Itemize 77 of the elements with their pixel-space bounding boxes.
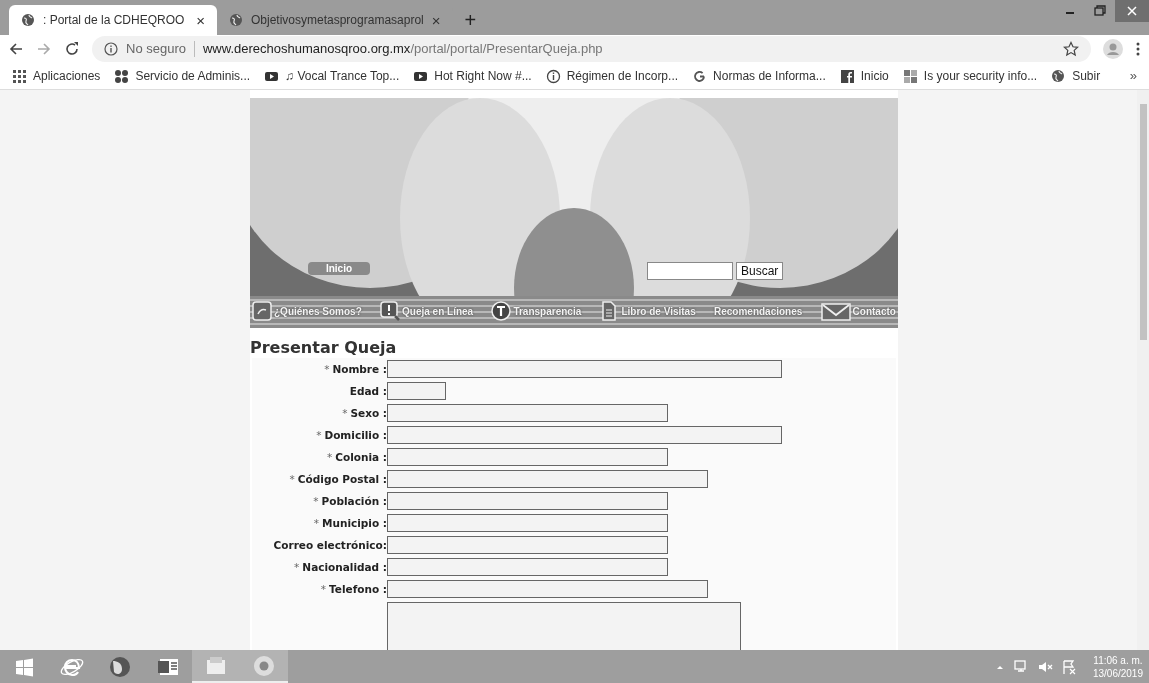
new-tab-button[interactable]: + bbox=[452, 5, 489, 35]
required-asterisk: * bbox=[289, 472, 295, 487]
avatar-icon[interactable] bbox=[1103, 39, 1123, 59]
globe-icon bbox=[1051, 68, 1067, 84]
back-icon[interactable] bbox=[8, 41, 24, 57]
text-field[interactable] bbox=[387, 514, 668, 532]
field-label: Población : bbox=[321, 494, 387, 509]
text-field[interactable] bbox=[387, 360, 782, 378]
info-icon bbox=[104, 42, 118, 56]
reload-icon[interactable] bbox=[64, 41, 80, 57]
apps-icon bbox=[12, 68, 27, 84]
field-label: Nombre : bbox=[332, 362, 387, 377]
bookmark-item[interactable]: Régimen de Incorp... bbox=[545, 67, 679, 85]
required-asterisk: * bbox=[320, 582, 327, 597]
required-asterisk: * bbox=[327, 450, 333, 465]
address-bar[interactable]: No seguro www.derechoshumanosqroo.org.mx/portal/portal/PresentarQueja.php bbox=[92, 36, 1091, 62]
text-field[interactable] bbox=[387, 536, 668, 554]
field-label: Municipio : bbox=[322, 516, 387, 531]
field-label: Nacionalidad : bbox=[302, 560, 387, 575]
scrollbar-thumb[interactable] bbox=[1139, 104, 1147, 340]
field-label: Sexo : bbox=[350, 406, 387, 421]
required-asterisk: * bbox=[316, 428, 322, 443]
tiles-icon bbox=[902, 68, 918, 84]
bookmark-item[interactable]: ♫ Vocal Trance Top... bbox=[264, 67, 400, 85]
required-asterisk: * bbox=[313, 516, 319, 531]
required-asterisk: * bbox=[294, 560, 300, 575]
info-icon bbox=[545, 68, 561, 84]
field-label: Colonia : bbox=[335, 450, 387, 465]
text-field[interactable] bbox=[387, 404, 668, 422]
required-asterisk: * bbox=[313, 494, 319, 509]
search-field[interactable] bbox=[647, 262, 733, 280]
url-host: www.derechoshumanosqroo.org.mx bbox=[203, 41, 411, 57]
bookmark-item[interactable]: Aplicaciones bbox=[12, 67, 101, 85]
f-letter-icon bbox=[839, 68, 855, 84]
text-field[interactable] bbox=[387, 558, 668, 576]
g-letter-icon bbox=[692, 68, 708, 84]
menu-icon[interactable] bbox=[1135, 41, 1141, 57]
text-field[interactable] bbox=[387, 382, 446, 400]
browser-tab[interactable]: : Portal de la CDHEQROO × bbox=[9, 5, 217, 35]
url-path: /portal/portal/PresentarQueja.php bbox=[410, 41, 603, 57]
bookmark-item[interactable]: Hot Right Now #... bbox=[413, 67, 532, 85]
globe-icon bbox=[229, 13, 243, 27]
close-tab-button[interactable]: × bbox=[431, 12, 441, 28]
required-asterisk: * bbox=[342, 406, 348, 421]
field-label: Domicilio : bbox=[324, 428, 387, 443]
bookmark-item[interactable]: Is your security info... bbox=[902, 67, 1038, 85]
bookmark-item[interactable]: Normas de Informa... bbox=[692, 67, 826, 85]
bookmark-item[interactable]: Servicio de Adminis... bbox=[114, 67, 251, 85]
scrollbar[interactable] bbox=[1137, 90, 1149, 650]
required-asterisk: * bbox=[324, 362, 330, 377]
more-bookmarks-button[interactable]: » bbox=[1129, 66, 1137, 86]
taskbar-app[interactable] bbox=[240, 650, 288, 683]
text-field[interactable] bbox=[387, 492, 668, 510]
close-tab-button[interactable]: × bbox=[196, 12, 205, 28]
field-label: Correo electrónico: bbox=[273, 538, 387, 553]
search-button[interactable]: Buscar bbox=[736, 262, 784, 280]
field-label: Telefono : bbox=[329, 582, 387, 597]
security-label: No seguro bbox=[126, 40, 186, 59]
globe-icon bbox=[21, 13, 35, 27]
field-label: Código Postal : bbox=[297, 472, 387, 487]
tab-title: : Portal de la CDHEQROO bbox=[43, 12, 186, 29]
letter-t-icon bbox=[491, 301, 512, 321]
text-field[interactable] bbox=[387, 426, 782, 444]
text-field[interactable] bbox=[387, 580, 708, 598]
bookmark-item[interactable]: Subir bbox=[1051, 67, 1101, 85]
envelope-icon bbox=[820, 301, 851, 321]
field-label: Edad : bbox=[349, 384, 387, 399]
text-field[interactable] bbox=[387, 470, 708, 488]
alert-magnifier-icon bbox=[380, 301, 401, 321]
flag-icon[interactable] bbox=[1060, 658, 1077, 675]
dots-icon bbox=[114, 68, 130, 84]
page-title: Presentar Queja bbox=[250, 338, 398, 358]
tab-title: Objetivosymetasprogramasaprol bbox=[251, 12, 424, 29]
bookmark-item[interactable]: Inicio bbox=[839, 67, 889, 85]
text-field[interactable] bbox=[387, 448, 668, 466]
close-icon[interactable] bbox=[1115, 0, 1149, 22]
star-icon[interactable] bbox=[1063, 41, 1079, 57]
